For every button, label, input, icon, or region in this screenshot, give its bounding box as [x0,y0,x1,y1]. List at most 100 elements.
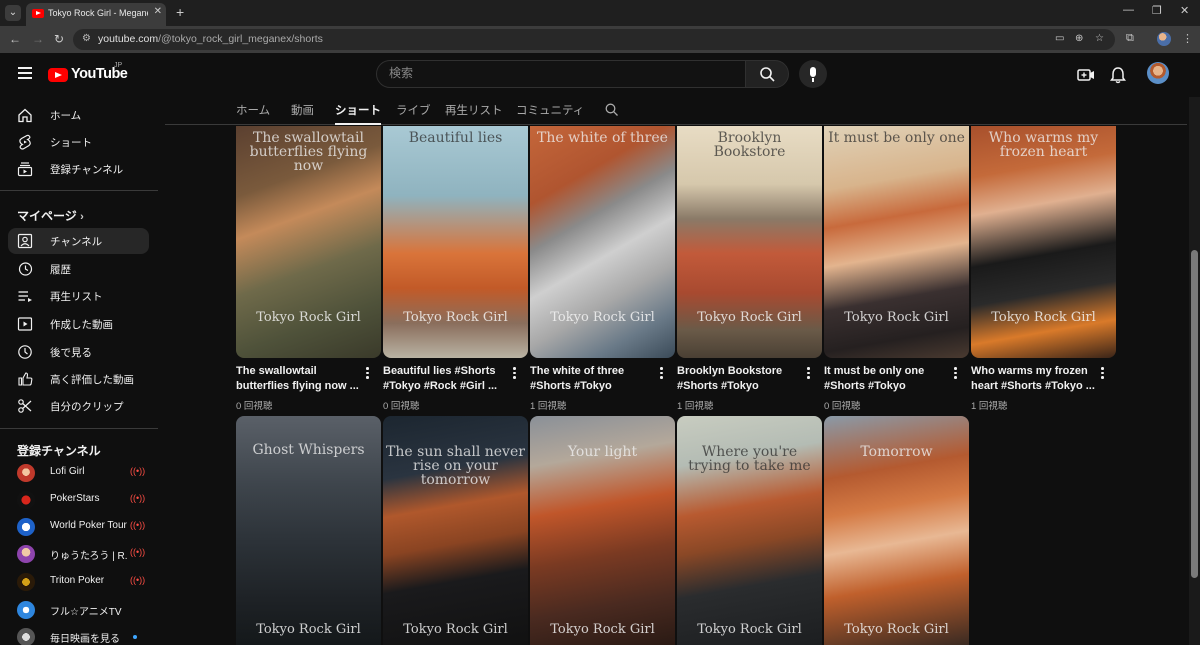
subscription-triton-poker[interactable]: Triton Poker ((•)) [8,569,149,595]
sidebar-item-label: 自分のクリップ [50,401,124,413]
reload-button[interactable]: ↻ [54,32,64,46]
tab-shorts[interactable]: ショート [335,102,381,125]
sidebar-item-playlists[interactable]: 再生リスト [8,283,149,309]
short-thumbnail[interactable]: Brooklyn Bookstore Tokyo Rock Girl [677,126,822,358]
short-thumbnail[interactable]: Who warms my frozen heart Tokyo Rock Gir… [971,126,1116,358]
tab-search-menu-button[interactable]: ⌄ [5,5,21,21]
subscription-mainichi-eiga[interactable]: 毎日映画を見る [8,624,149,645]
more-actions-icon[interactable] [807,367,810,379]
sidebar-item-shorts[interactable]: ショート [8,129,149,155]
thumbnail-caption: The white of three [537,130,668,146]
browser-tab[interactable]: Tokyo Rock Girl - Meganex - YouTube ✕ [26,3,166,26]
microphone-icon [810,67,816,77]
scrollbar-thumb[interactable] [1191,250,1198,578]
browser-profile-avatar[interactable] [1157,32,1171,46]
zoom-icon[interactable]: ⊕ [1075,33,1083,44]
short-title[interactable]: The swallowtail butterflies flying now .… [236,364,360,394]
tab-videos[interactable]: 動画 [291,102,314,118]
thumbnail-caption: Who warms my frozen heart [988,130,1099,160]
sidebar-item-label: 後で見る [50,347,92,359]
short-thumbnail[interactable]: The swallowtail butterflies flying now T… [236,126,381,358]
subscription-world-poker-tour[interactable]: World Poker Tour ((•)) [8,514,149,540]
view-count: 0 回視聴 [824,401,861,412]
notifications-bell-icon[interactable] [1108,65,1128,85]
sidebar-item-clips[interactable]: 自分のクリップ [8,393,149,419]
cast-icon[interactable]: ▭ [1055,33,1064,44]
browser-tab-bar: ⌄ Tokyo Rock Girl - Meganex - YouTube ✕ … [0,0,1200,26]
address-bar[interactable]: ⚙ youtube.com/@tokyo_rock_girl_meganex/s… [73,29,1115,50]
new-tab-button[interactable]: + [176,4,184,20]
short-title[interactable]: Who warms my frozen heart #Shorts #Tokyo… [971,364,1095,394]
more-actions-icon[interactable] [513,367,516,379]
subscription-label: PokerStars [50,493,100,504]
extensions-icon[interactable]: ⧉ [1126,32,1134,45]
tab-community[interactable]: コミュニティ [516,102,584,118]
channel-search-icon[interactable] [605,103,618,116]
sidebar-item-home[interactable]: ホーム [8,102,149,128]
short-thumbnail[interactable]: Your light Tokyo Rock Girl [530,416,675,645]
page-scrollbar[interactable] [1189,97,1200,645]
short-title[interactable]: The white of three #Shorts #Tokyo #Rock.… [530,364,654,394]
account-avatar[interactable] [1147,62,1169,84]
live-indicator-icon: ((•)) [130,466,146,476]
more-actions-icon[interactable] [366,367,369,379]
sidebar-item-your-videos[interactable]: 作成した動画 [8,311,149,337]
sidebar-item-history[interactable]: 履歴 [8,256,149,282]
channel-tabs: ホーム 動画 ショート ライブ 再生リスト コミュニティ [165,97,1187,125]
guide-menu-icon[interactable] [18,67,32,79]
sidebar-item-label: 作成した動画 [50,319,113,331]
sidebar-item-liked-videos[interactable]: 高く評価した動画 [8,366,149,392]
logo-country-code: JP [114,62,123,69]
shorts-icon [19,134,31,150]
short-thumbnail[interactable]: The white of three Tokyo Rock Girl [530,126,675,358]
view-count: 1 回視聴 [530,401,567,412]
live-indicator-icon: ((•)) [130,493,146,503]
short-thumbnail[interactable]: Tomorrow Tokyo Rock Girl [824,416,969,645]
subscription-pokerstars[interactable]: PokerStars ((•)) [8,487,149,513]
search-icon [760,67,775,82]
maximize-window-button[interactable]: ❐ [1152,4,1162,17]
short-thumbnail[interactable]: Where you're trying to take me Tokyo Roc… [677,416,822,645]
short-thumbnail[interactable]: It must be only one Tokyo Rock Girl [824,126,969,358]
subscription-lofi-girl[interactable]: Lofi Girl ((•)) [8,460,149,486]
youtube-play-icon [48,68,68,82]
mypage-heading[interactable]: マイページ › [17,207,84,224]
site-info-icon[interactable]: ⚙ [82,33,91,44]
tab-home[interactable]: ホーム [236,102,270,118]
search-button[interactable] [745,60,789,88]
forward-button[interactable]: → [32,32,44,46]
subscription-label: Triton Poker [50,575,105,586]
more-actions-icon[interactable] [1101,367,1104,379]
sidebar-item-watch-later[interactable]: 後で見る [8,339,149,365]
thumbnail-caption: Your light [567,444,638,460]
tab-playlists[interactable]: 再生リスト [445,102,503,118]
short-thumbnail[interactable]: Beautiful lies Tokyo Rock Girl [383,126,528,358]
subscription-full-anime-tv[interactable]: フル☆アニメTV [8,597,149,623]
short-title[interactable]: It must be only one #Shorts #Tokyo #Rock… [824,364,948,394]
minimize-window-button[interactable]: — [1123,4,1134,16]
subscription-ryutaro[interactable]: りゅうたろう | R... ((•)) [8,541,149,567]
subscription-label: World Poker Tour [50,520,127,531]
browser-menu-icon[interactable]: ⋮ [1182,32,1193,45]
short-thumbnail[interactable]: Ghost Whispers Tokyo Rock Girl [236,416,381,645]
short-title[interactable]: Brooklyn Bookstore #Shorts #Tokyo #Rock.… [677,364,801,394]
short-title[interactable]: Beautiful lies #Shorts #Tokyo #Rock #Gir… [383,364,507,394]
short-thumbnail[interactable]: The sun shall never rise on your tomorro… [383,416,528,645]
more-actions-icon[interactable] [660,367,663,379]
more-actions-icon[interactable] [954,367,957,379]
sidebar-divider [0,190,158,191]
search-input[interactable] [389,66,729,80]
thumbnail-watermark: Tokyo Rock Girl [844,310,949,325]
tab-live[interactable]: ライブ [396,102,431,118]
close-window-button[interactable]: ✕ [1180,4,1189,17]
sidebar-item-subscriptions[interactable]: 登録チャンネル [8,156,149,182]
voice-search-button[interactable] [799,60,827,88]
subscriptions-heading: 登録チャンネル [17,444,101,458]
thumbnail-caption: Where you're trying to take me [688,444,811,474]
back-button[interactable]: ← [9,32,21,46]
sidebar-item-channel[interactable]: チャンネル [8,228,149,254]
create-video-icon[interactable] [1076,65,1096,85]
bookmark-star-icon[interactable]: ☆ [1095,33,1104,44]
close-tab-icon[interactable]: ✕ [154,6,162,17]
liked-icon [18,372,33,386]
